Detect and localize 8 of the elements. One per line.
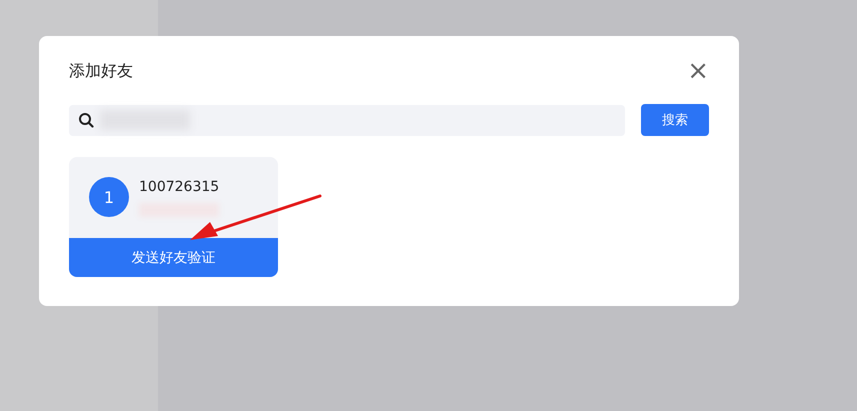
search-button[interactable]: 搜索 [641, 104, 709, 136]
search-icon [78, 112, 94, 128]
search-field[interactable] [69, 104, 625, 136]
avatar: 1 [89, 177, 129, 217]
dialog-title: 添加好友 [69, 60, 133, 82]
account-number: 100726315 [139, 179, 220, 195]
send-request-button[interactable]: 发送好友验证 [69, 238, 278, 277]
close-button[interactable]: × [687, 60, 709, 82]
